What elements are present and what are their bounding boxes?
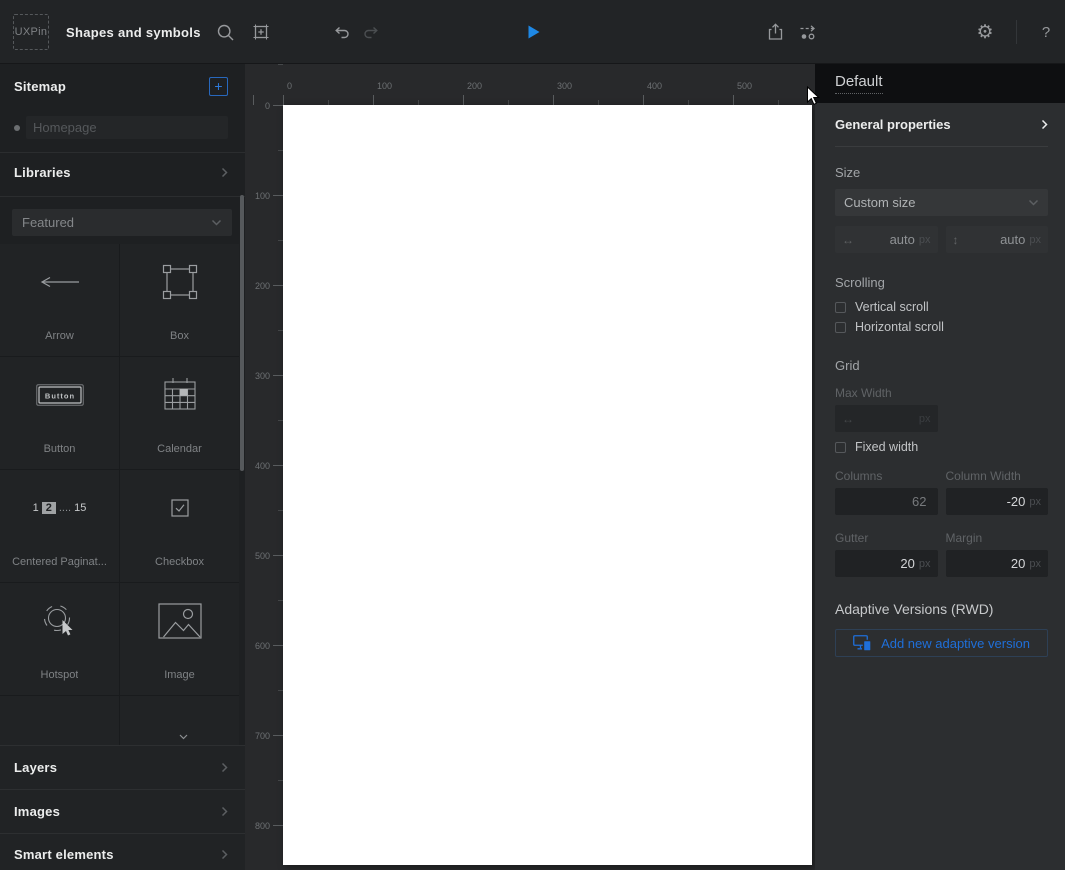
hotspot-icon (42, 583, 78, 659)
size-preset-dropdown[interactable]: Custom size (835, 189, 1048, 216)
library-item-calendar[interactable]: Calendar (120, 357, 239, 469)
libraries-header[interactable]: Libraries (14, 161, 228, 183)
artboard-canvas[interactable] (283, 105, 812, 865)
image-icon (157, 583, 202, 659)
scroll-more-chevron-icon (179, 734, 188, 740)
chevron-right-icon (1041, 119, 1048, 130)
vertical-scroll-checkbox[interactable] (835, 301, 846, 313)
library-filter-value: Featured (22, 215, 75, 230)
max-width-input[interactable]: ↔ px (835, 405, 938, 432)
calendar-icon (162, 357, 198, 433)
properties-panel: Default General properties Size Custom s… (815, 64, 1065, 870)
grid-section-label: Grid (835, 358, 860, 373)
gutter-input[interactable]: 20 px (835, 550, 938, 577)
add-page-button[interactable]: + (209, 76, 228, 96)
width-arrow-icon: ↔ (842, 411, 854, 426)
library-items-grid: Arrow Box Button Button Calendar 1 2 ...… (0, 244, 239, 806)
preview-play-icon[interactable] (522, 20, 546, 44)
svg-text:Button: Button (44, 392, 74, 401)
margin-input[interactable]: 20 px (945, 550, 1048, 577)
box-icon (162, 244, 198, 320)
search-icon[interactable] (213, 20, 237, 44)
top-toolbar: UXPin Shapes and symbols ⚙ ? (0, 0, 1065, 64)
page-name-field[interactable]: Homepage (26, 116, 228, 139)
scrolling-section-label: Scrolling (835, 275, 885, 290)
library-scrollbar[interactable] (240, 195, 244, 471)
horizontal-ruler: 0 100 200 300 400 500 (245, 64, 815, 105)
help-icon[interactable]: ? (1034, 20, 1058, 44)
library-item-centered-pagination[interactable]: 1 2 .... 15 Centered Paginat... (0, 470, 119, 582)
horizontal-scroll-checkbox[interactable] (835, 321, 846, 333)
chevron-right-icon (221, 849, 228, 860)
margin-label: Margin (945, 531, 983, 545)
column-width-label: Column Width (945, 469, 1021, 483)
chevron-right-icon (221, 762, 228, 773)
library-filter-dropdown[interactable]: Featured (12, 209, 232, 236)
libraries-title: Libraries (14, 164, 71, 180)
breakpoint-name-field[interactable]: Default (835, 73, 883, 94)
fixed-width-option[interactable]: Fixed width (835, 440, 1048, 454)
vertical-scroll-option[interactable]: Vertical scroll (835, 300, 1048, 314)
add-artboard-icon[interactable] (249, 20, 273, 44)
library-item-hotspot[interactable]: Hotspot (0, 583, 119, 695)
add-adaptive-version-button[interactable]: Add new adaptive version (835, 629, 1048, 657)
height-input[interactable]: ↕ auto px (945, 226, 1048, 253)
columns-label: Columns (835, 469, 883, 483)
library-item-image[interactable]: Image (120, 583, 239, 695)
sidebar-divider (0, 152, 245, 153)
left-sidebar: Sitemap + Homepage Libraries Featured Ar… (0, 64, 245, 870)
width-input[interactable]: ↔ auto px (835, 226, 938, 253)
library-item-box[interactable]: Box (120, 244, 239, 356)
sidebar-section-layers[interactable]: Layers (0, 745, 245, 789)
gutter-label: Gutter (835, 531, 869, 545)
max-width-label: Max Width (835, 386, 892, 400)
breakpoint-header: Default (815, 64, 1065, 103)
chevron-down-icon (211, 219, 222, 226)
sidebar-section-images[interactable]: Images (0, 789, 245, 833)
chevron-down-icon (1028, 199, 1039, 206)
sidebar-divider (0, 196, 245, 197)
chevron-right-icon (221, 167, 228, 178)
sitemap-page-row[interactable]: Homepage (14, 116, 228, 139)
columns-input[interactable]: 62 (835, 488, 938, 515)
checkbox-icon (170, 470, 189, 546)
pagination-icon: 1 2 .... 15 (32, 502, 87, 514)
redo-icon[interactable] (359, 20, 383, 44)
library-item-checkbox[interactable]: Checkbox (120, 470, 239, 582)
devices-icon (853, 635, 872, 651)
sitemap-header: Sitemap + (14, 76, 228, 96)
size-preset-value: Custom size (844, 195, 916, 210)
document-title[interactable]: Shapes and symbols (66, 25, 201, 40)
width-arrow-icon: ↔ (842, 232, 854, 247)
sitemap-title: Sitemap (14, 78, 66, 94)
uxpin-logo[interactable]: UXPin (13, 14, 49, 50)
vertical-ruler: 0 100 200 300 400 500 600 700 800 (245, 64, 283, 870)
size-section-label: Size (835, 165, 861, 180)
settings-gear-icon[interactable]: ⚙ (973, 20, 997, 44)
fixed-width-checkbox[interactable] (835, 441, 846, 453)
adaptive-versions-label: Adaptive Versions (RWD) (835, 601, 994, 617)
sidebar-section-smart-elements[interactable]: Smart elements (0, 833, 245, 870)
library-item-arrow[interactable]: Arrow (0, 244, 119, 356)
general-properties-row[interactable]: General properties (835, 103, 1048, 147)
toolbar-divider (1016, 20, 1017, 44)
canvas-workspace: 0 100 200 300 400 500 0 100 200 300 400 … (245, 64, 815, 870)
spec-handoff-icon[interactable] (797, 20, 821, 44)
arrow-icon (40, 244, 80, 320)
library-item-button[interactable]: Button Button (0, 357, 119, 469)
button-icon: Button (35, 357, 84, 433)
chevron-right-icon (221, 806, 228, 817)
share-export-icon[interactable] (763, 20, 787, 44)
page-bullet-icon (14, 124, 20, 131)
horizontal-scroll-option[interactable]: Horizontal scroll (835, 320, 1048, 334)
column-width-input[interactable]: -20 px (945, 488, 1048, 515)
undo-icon[interactable] (329, 20, 353, 44)
